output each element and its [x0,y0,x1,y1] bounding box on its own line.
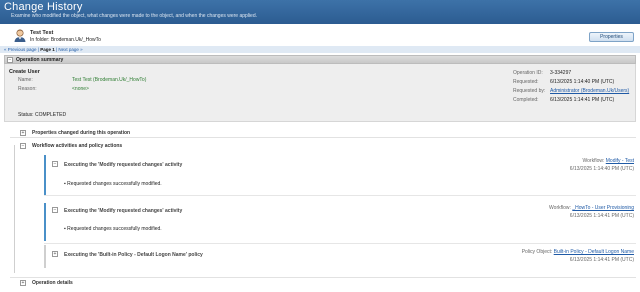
activity-timestamp: 6/13/2025 1:14:40 PM (UTC) [569,166,634,172]
activity-timestamp: 6/13/2025 1:14:41 PM (UTC) [569,213,634,219]
workflow-section-title: Workflow activities and policy actions [32,143,123,149]
activity-title: Executing the 'Modify requested changes'… [64,162,183,168]
expand-toggle-icon[interactable]: + [52,251,58,257]
properties-changed-section[interactable]: + Properties changed during this operati… [10,128,636,138]
divider [44,195,636,196]
name-label: Name: [18,77,33,83]
user-avatar-icon [14,29,26,42]
reason-label: Reason: [18,86,37,92]
activity-source: Workflow: _HowTo - User Provisioning [549,205,634,211]
page-subtitle: Examine who modified the object, what ch… [11,13,257,19]
requested-by-label: Requested by: [513,88,546,94]
operation-id-value: 3-334297 [550,70,572,76]
activity-source-label: Workflow: [582,158,605,164]
activity-source: Workflow: Modify - Test [583,158,635,164]
pager: « Previous page | Page 1 | Next page » [0,46,640,53]
workflow-link[interactable]: Modify - Test [606,158,634,164]
expand-toggle-icon[interactable]: + [20,130,26,136]
operation-type: Create User [9,69,40,75]
collapse-toggle-icon[interactable]: − [7,57,13,63]
collapse-toggle-icon[interactable]: − [20,143,26,149]
operation-details-section[interactable]: + Operation details [10,277,636,287]
workflow-section[interactable]: − Workflow activities and policy actions [10,141,636,151]
activity-message: ▪ Requested changes successfully modifie… [64,226,162,232]
activity-accent-bar [44,203,46,241]
activity-message-text: Requested changes successfully modified. [67,181,162,187]
current-page: Page 1 [40,47,55,52]
completed-label: Completed: [513,97,539,103]
activity-accent-bar [44,155,46,195]
reason-value: <none> [72,86,89,92]
tree-line [14,145,15,273]
requested-label: Requested: [513,79,539,85]
object-folder: In folder: Brodeman.Uk/_HowTo [30,37,101,43]
policy-link[interactable]: Built-in Policy - Default Logon Name [554,249,634,255]
completed-value: 6/13/2025 1:14:41 PM (UTC) [550,97,615,103]
activity-item: − Executing the 'Modify requested change… [44,203,636,241]
object-name: Test Test [30,30,54,36]
requested-value: 6/13/2025 1:14:40 PM (UTC) [550,79,615,85]
operation-summary-title: Operation summary [16,57,64,63]
expand-toggle-icon[interactable]: + [20,280,26,286]
policy-source-label: Policy Object: [521,249,553,255]
policy-title: Executing the 'Built-in Policy - Default… [64,252,203,258]
next-page-link[interactable]: Next page » [58,47,82,52]
operation-details-title: Operation details [32,280,73,286]
activity-message: ▪ Requested changes successfully modifie… [64,181,162,187]
page-header: Change History Examine who modified the … [0,0,640,24]
activity-message-text: Requested changes successfully modified. [67,226,162,232]
requested-by-link[interactable]: Administrator (Brodeman.Uk/Users) [550,88,629,94]
workflow-link[interactable]: _HowTo - User Provisioning [572,205,634,211]
operation-id-label: Operation ID: [513,70,543,76]
divider [44,243,636,244]
operation-summary-header[interactable]: − Operation summary [4,55,636,64]
activity-source-label: Workflow: [549,205,571,211]
collapse-toggle-icon[interactable]: − [52,161,58,167]
properties-changed-title: Properties changed during this operation [32,130,131,136]
operation-status: Status: COMPLETED [18,112,67,118]
activity-title: Executing the 'Modify requested changes'… [64,208,183,214]
name-value: Test Test (Brodeman.Uk/_HowTo) [72,77,147,83]
policy-timestamp: 6/13/2025 1:14:41 PM (UTC) [569,257,634,263]
properties-button[interactable]: Properties [589,32,634,42]
page-title: Change History [4,1,83,13]
activity-item: − Executing the 'Modify requested change… [44,155,636,195]
collapse-toggle-icon[interactable]: − [52,207,58,213]
policy-source: Policy Object: Built-in Policy - Default… [522,249,634,255]
activity-accent-bar [44,245,46,268]
previous-page-link[interactable]: « Previous page [4,47,37,52]
